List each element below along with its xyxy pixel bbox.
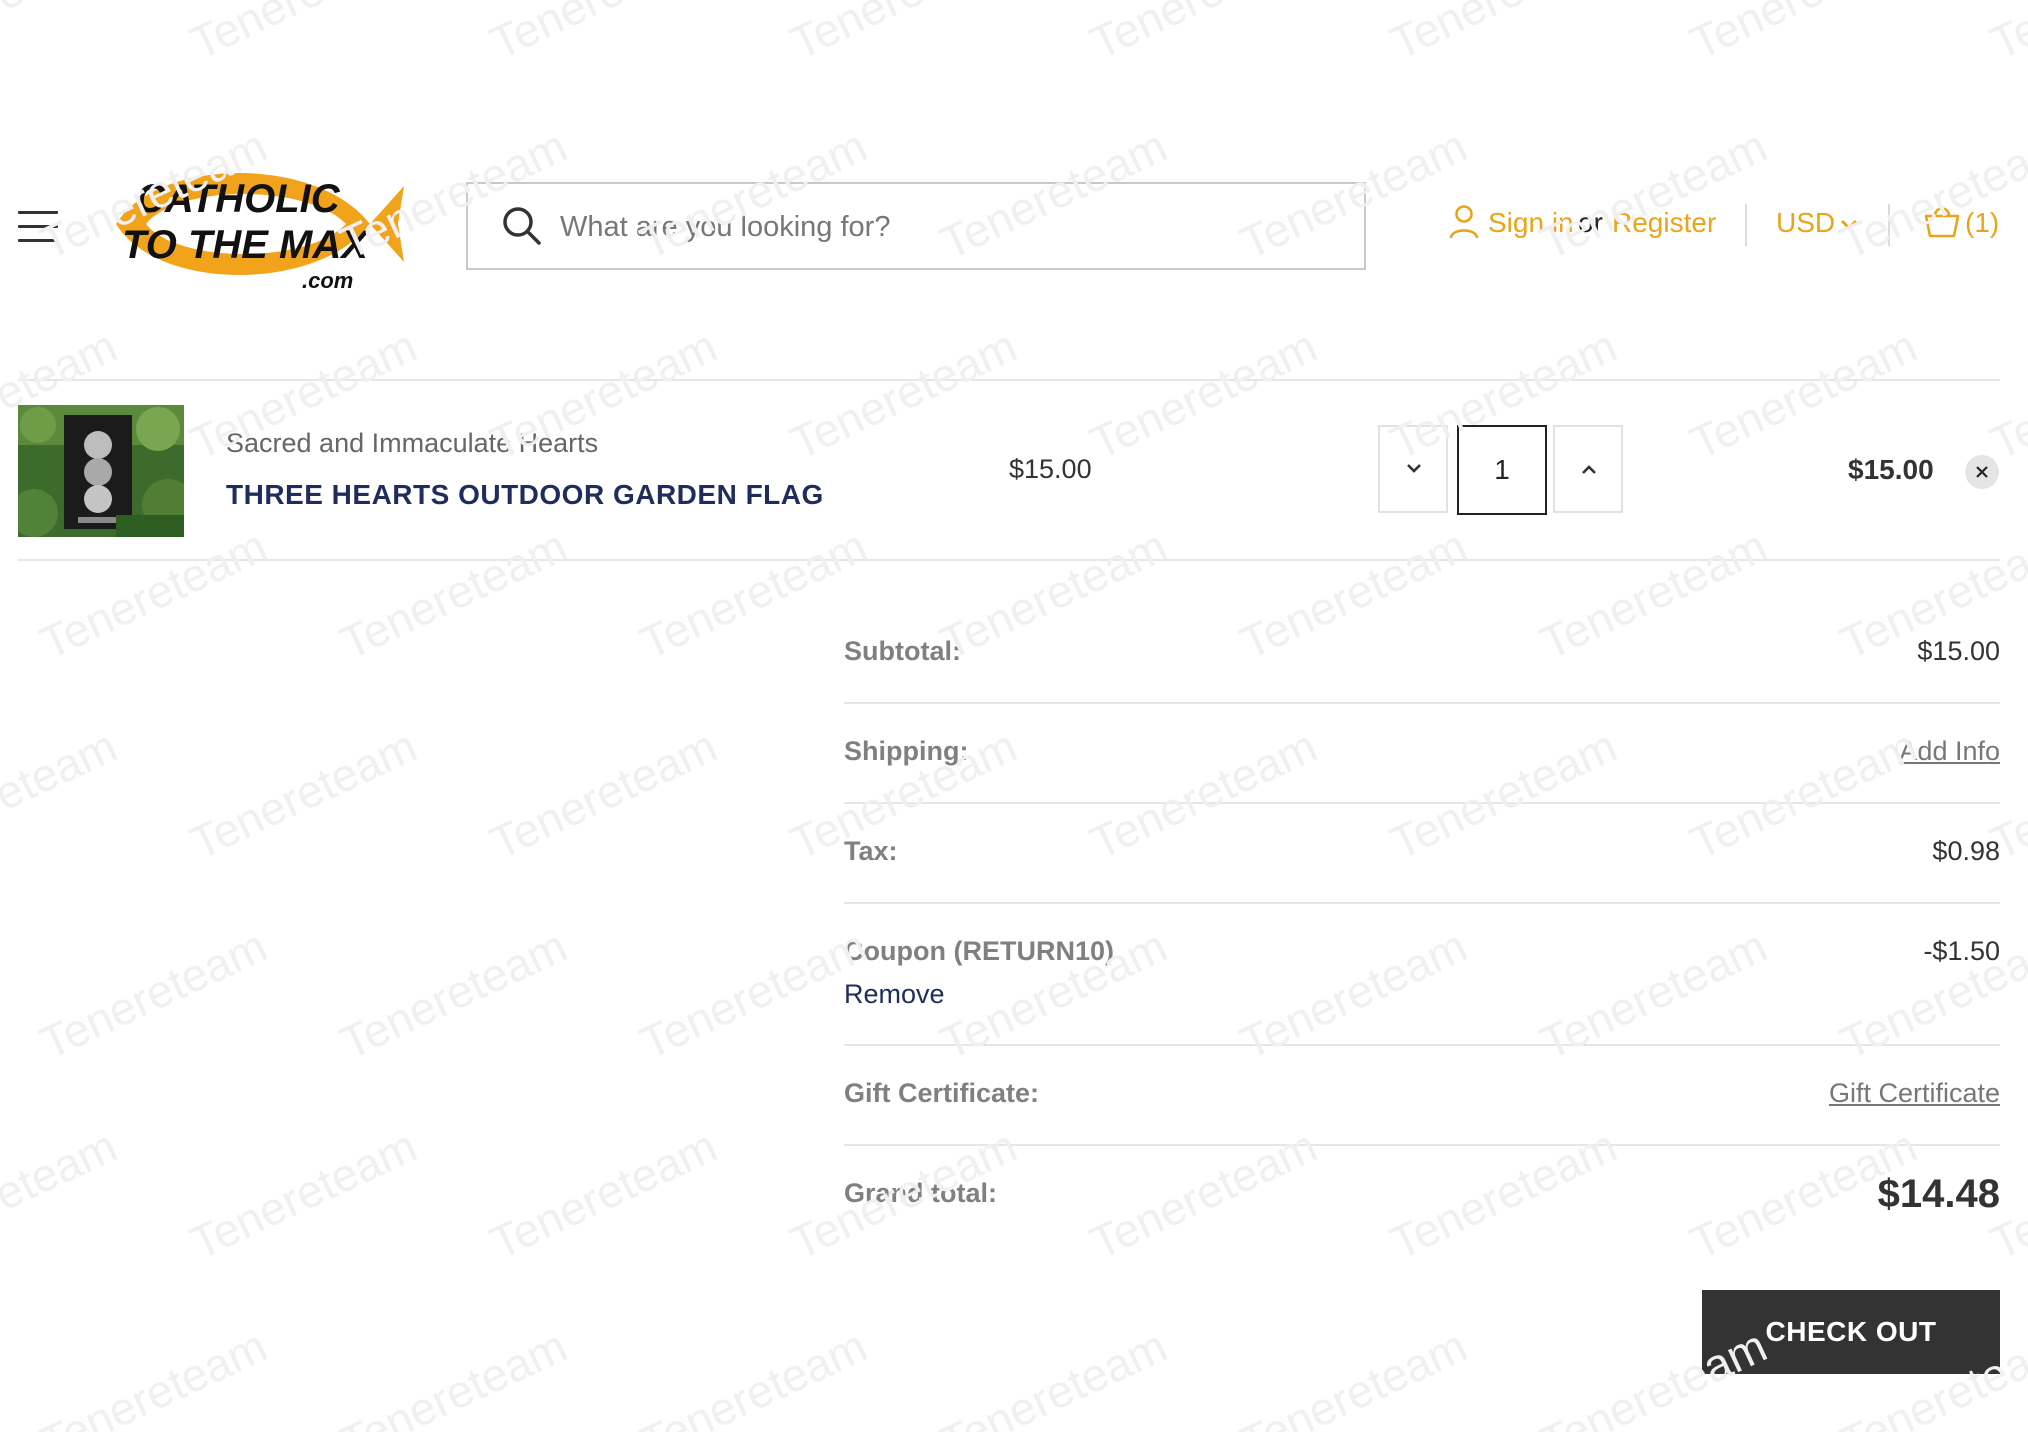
watermark-text: Tenereteam bbox=[1682, 319, 1924, 469]
search-input[interactable] bbox=[558, 198, 1342, 256]
user-icon[interactable] bbox=[1448, 204, 1480, 240]
watermark-text: Tenereteam bbox=[182, 0, 424, 69]
product-brand: Sacred and Immaculate Hearts bbox=[226, 428, 599, 458]
watermark-text: Tenereteam bbox=[1382, 719, 1624, 869]
chevron-down-icon[interactable] bbox=[1840, 218, 1858, 232]
coupon-remove-link[interactable]: Remove bbox=[844, 979, 945, 1010]
watermark-text: Tenereteam bbox=[182, 1119, 424, 1269]
watermark-text: Tenereteam bbox=[332, 919, 574, 1069]
logo-line2: TO THE MAX bbox=[122, 223, 370, 267]
watermark-text: Tenereteam bbox=[182, 719, 424, 869]
register-link[interactable]: Register bbox=[1612, 207, 1716, 239]
watermark-text: Tenereteam bbox=[782, 0, 1024, 69]
watermark-text: Tenereteam bbox=[1982, 0, 2028, 69]
watermark-text: Tenereteam bbox=[1082, 1119, 1324, 1269]
close-icon bbox=[1976, 466, 1988, 478]
quantity-decrease-button[interactable] bbox=[1378, 425, 1448, 513]
watermark-text: Tenereteam bbox=[0, 1119, 124, 1269]
watermark-text: Tenereteam bbox=[1082, 719, 1324, 869]
watermark-text: Tenereteam bbox=[932, 519, 1174, 669]
hamburger-icon-bar bbox=[18, 239, 58, 242]
watermark-text: Tenereteam bbox=[0, 0, 124, 69]
watermark-text: Tenereteam bbox=[632, 1319, 874, 1432]
divider bbox=[844, 702, 2000, 704]
grand-total-value: $14.48 bbox=[1877, 1172, 2000, 1216]
tax-label: Tax: bbox=[844, 836, 898, 866]
watermark-text: Tenereteam bbox=[632, 919, 874, 1069]
coupon-label: Coupon (RETURN10) bbox=[844, 936, 1114, 966]
chevron-down-icon bbox=[1407, 464, 1421, 473]
hamburger-icon-bar bbox=[18, 225, 58, 228]
watermark-text: Tenereteam bbox=[932, 1319, 1174, 1432]
subtotal-label: Subtotal: bbox=[844, 636, 961, 666]
watermark-text: Tenereteam bbox=[1382, 0, 1624, 69]
cart-count[interactable]: (1) bbox=[1965, 207, 1999, 239]
watermark-text: Tenereteam bbox=[1682, 0, 1924, 69]
gift-certificate-link[interactable]: Gift Certificate bbox=[1829, 1078, 2000, 1109]
product-name-link[interactable]: THREE HEARTS OUTDOOR GARDEN FLAG bbox=[226, 479, 824, 511]
watermark-text: Tenereteam bbox=[332, 1319, 574, 1432]
divider bbox=[844, 1144, 2000, 1146]
watermark-text: Tenereteam bbox=[1982, 319, 2028, 469]
search-icon[interactable] bbox=[502, 206, 542, 246]
divider bbox=[18, 559, 2000, 561]
watermark-text: Tenereteam bbox=[1832, 119, 2028, 269]
quantity-input[interactable] bbox=[1457, 425, 1547, 515]
shipping-label: Shipping: bbox=[844, 736, 969, 766]
basket-icon[interactable] bbox=[1924, 204, 1960, 238]
sign-in-or-text: or bbox=[1578, 207, 1603, 238]
watermark-text: Tenereteam bbox=[482, 1119, 724, 1269]
watermark-text: Tenereteam bbox=[32, 919, 274, 1069]
watermark-text: Tenereteam bbox=[782, 319, 1024, 469]
quantity-increase-button[interactable] bbox=[1553, 425, 1623, 513]
product-unit-price: $15.00 bbox=[1009, 454, 1092, 484]
watermark-text: Tenereteam bbox=[1682, 719, 1924, 869]
watermark-text: Tenereteam bbox=[1232, 919, 1474, 1069]
watermark-text: Tenereteam bbox=[1232, 519, 1474, 669]
watermark-text: Tenereteam bbox=[32, 1319, 274, 1432]
coupon-value: -$1.50 bbox=[1923, 936, 2000, 966]
watermark-text: Tenereteam bbox=[332, 519, 574, 669]
grand-total-label: Grand total: bbox=[844, 1178, 997, 1208]
product-line-total: $15.00 bbox=[1848, 454, 1934, 485]
watermark-text: Tenereteam bbox=[482, 719, 724, 869]
watermark-text: Tenereteam bbox=[0, 719, 124, 869]
watermark-text: Tenereteam bbox=[482, 0, 724, 69]
sign-in-link[interactable]: Sign in bbox=[1488, 207, 1574, 239]
header-divider bbox=[1745, 204, 1747, 246]
divider bbox=[844, 802, 2000, 804]
divider bbox=[18, 379, 2000, 381]
site-logo[interactable]: CATHOLIC TO THE MAX .com bbox=[108, 162, 408, 293]
currency-selector[interactable]: USD bbox=[1776, 207, 1835, 239]
watermark-text: Tenereteam bbox=[1082, 319, 1324, 469]
watermark-text: Tenereteam bbox=[1532, 519, 1774, 669]
subtotal-value: $15.00 bbox=[1917, 636, 2000, 666]
watermark-text: Tenereteam bbox=[1232, 1319, 1474, 1432]
watermark-text: Tenereteam bbox=[1082, 0, 1324, 69]
shipping-add-info-link[interactable]: Add Info bbox=[1899, 736, 2000, 767]
product-thumbnail[interactable] bbox=[18, 405, 184, 537]
logo-line1: CATHOLIC bbox=[136, 177, 341, 221]
watermark-text: Tenereteam bbox=[32, 519, 274, 669]
hamburger-icon-bar bbox=[18, 211, 58, 214]
header-divider bbox=[1888, 204, 1890, 246]
remove-item-button[interactable] bbox=[1965, 455, 1999, 489]
watermark-text: Tenereteam bbox=[1532, 919, 1774, 1069]
checkout-button[interactable]: CHECK OUT bbox=[1702, 1290, 2000, 1374]
chevron-up-icon bbox=[1582, 465, 1596, 474]
watermark-text: Tenereteam bbox=[632, 519, 874, 669]
logo-line3: .com bbox=[302, 268, 353, 292]
gift-certificate-label: Gift Certificate: bbox=[844, 1078, 1040, 1108]
product-image bbox=[18, 405, 184, 537]
watermark-text: Tenereteam bbox=[1532, 119, 1774, 269]
logo-fish-icon: CATHOLIC TO THE MAX .com bbox=[116, 173, 404, 293]
tax-value: $0.98 bbox=[1932, 836, 2000, 866]
divider bbox=[844, 902, 2000, 904]
watermark-text: Tenereteam bbox=[1382, 1119, 1624, 1269]
divider bbox=[844, 1044, 2000, 1046]
menu-button[interactable] bbox=[18, 209, 58, 245]
